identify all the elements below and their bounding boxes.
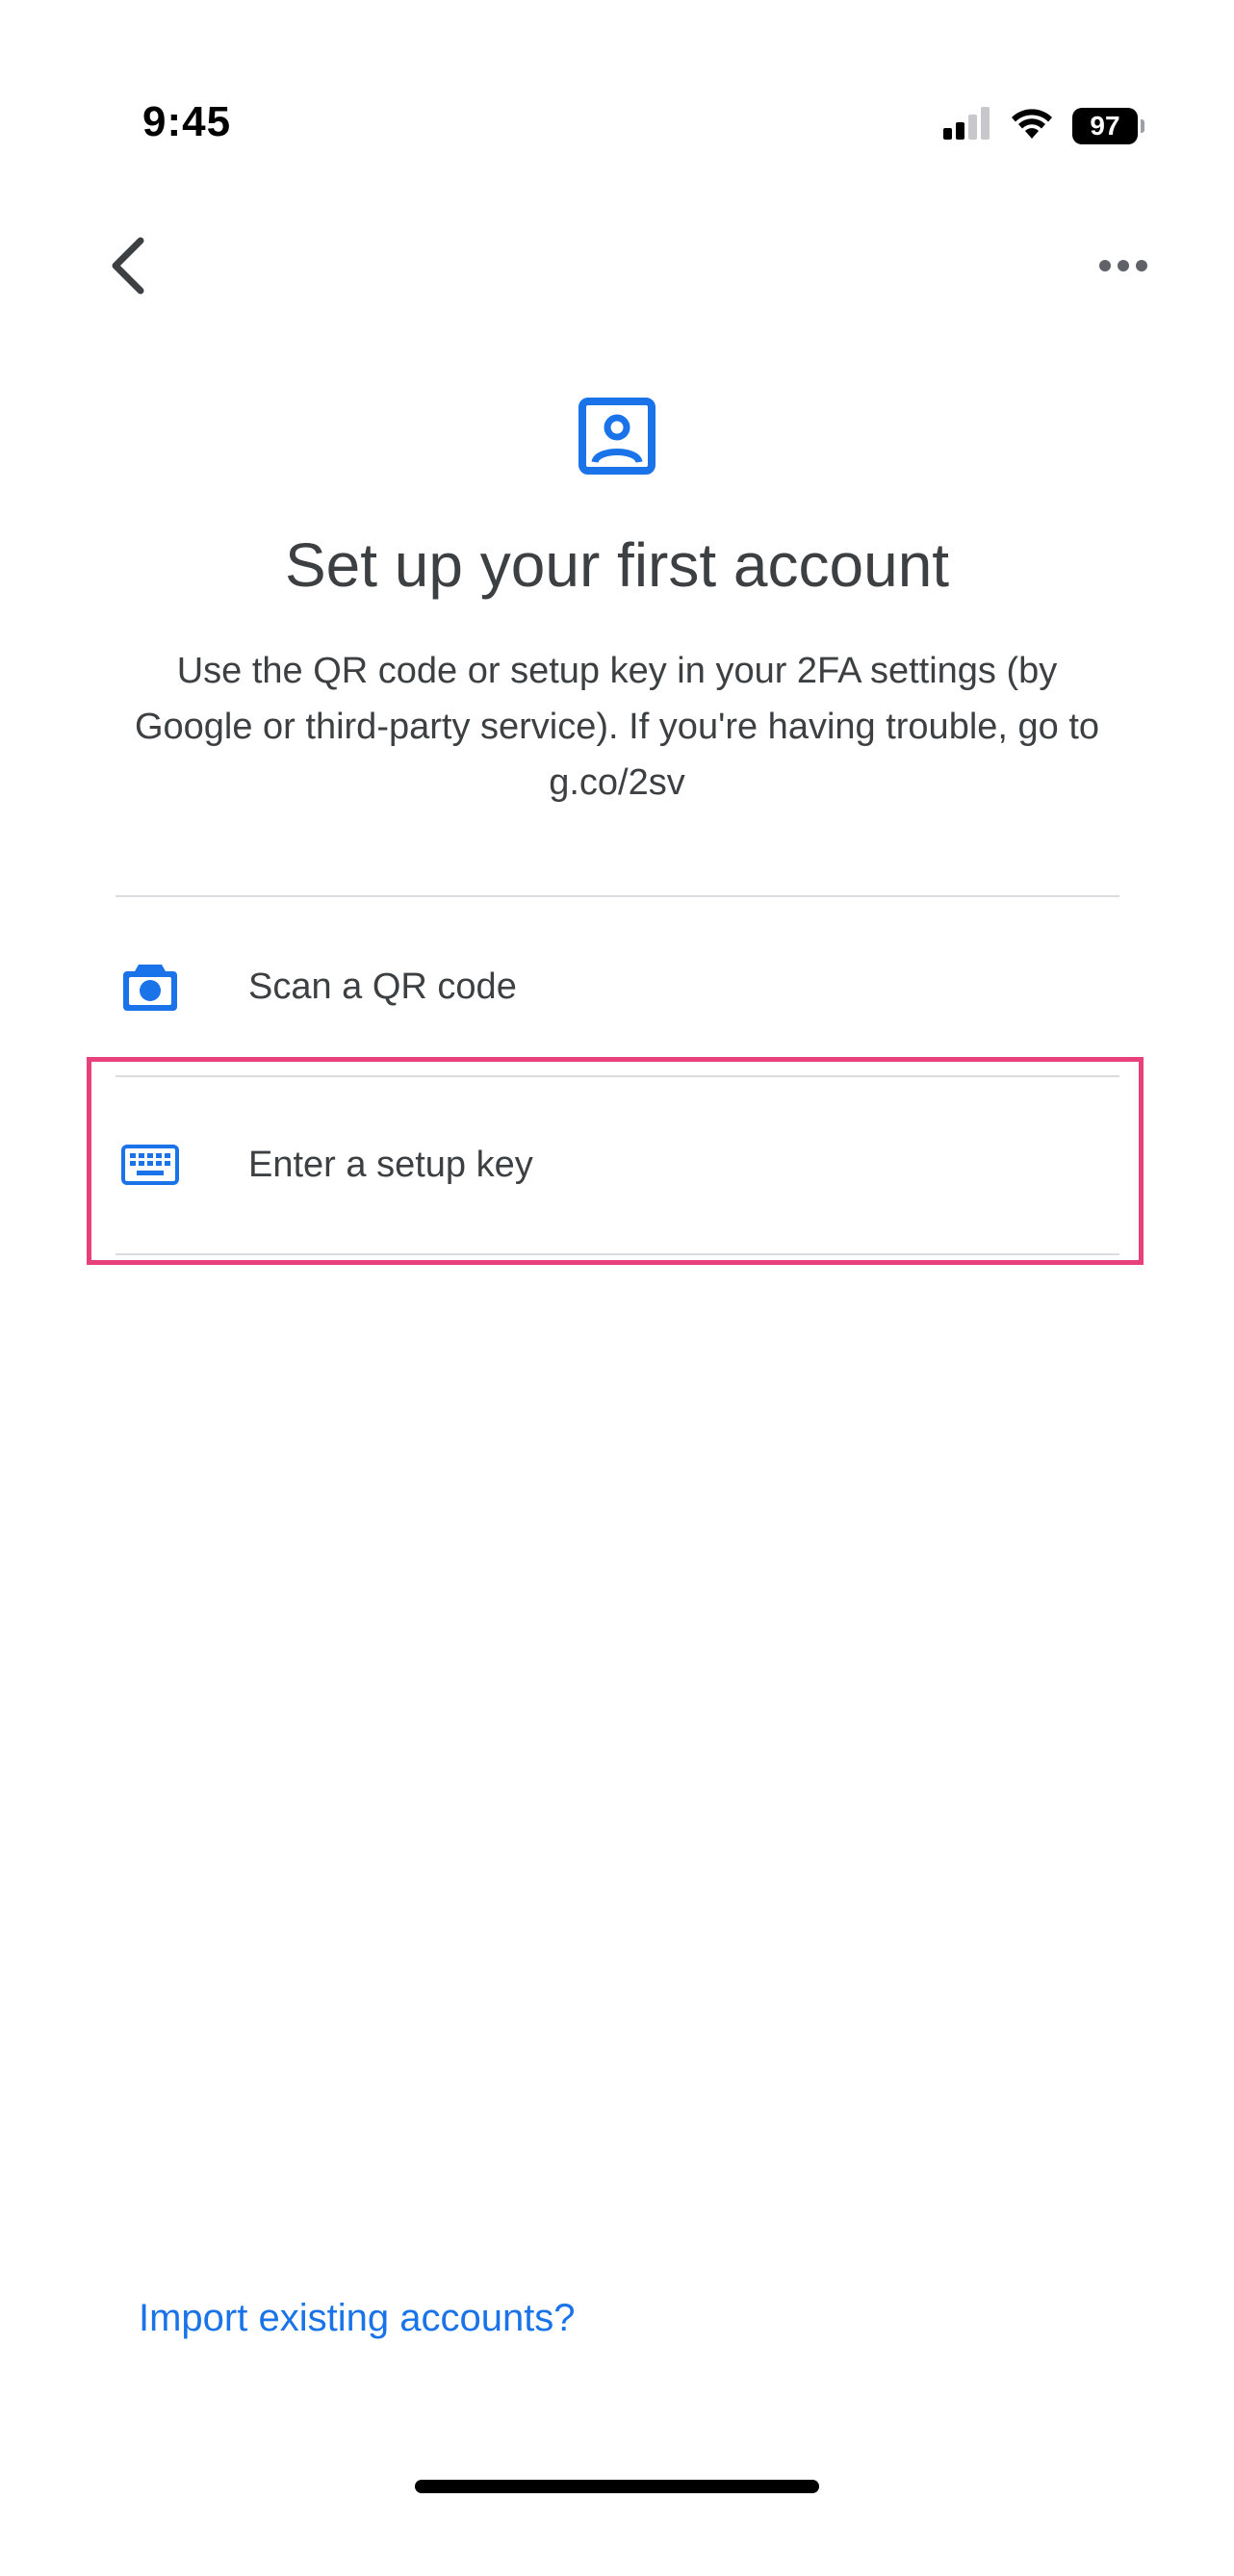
chevron-left-icon xyxy=(112,237,144,295)
back-button[interactable] xyxy=(96,227,158,304)
camera-icon xyxy=(119,956,181,1018)
home-indicator[interactable] xyxy=(415,2480,819,2493)
page-title: Set up your first account xyxy=(284,530,950,600)
highlight-box xyxy=(87,1057,1144,1265)
battery-level: 97 xyxy=(1090,110,1120,141)
battery-icon: 97 xyxy=(1072,107,1144,144)
more-horizontal-icon xyxy=(1099,260,1147,271)
account-box-icon xyxy=(578,398,656,475)
wifi-icon xyxy=(1009,106,1055,145)
scan-qr-code-option[interactable]: Scan a QR code xyxy=(116,914,1119,1059)
scan-qr-code-label: Scan a QR code xyxy=(248,966,517,1007)
divider-top xyxy=(116,895,1119,897)
import-existing-accounts-link[interactable]: Import existing accounts? xyxy=(139,2297,576,2340)
status-time: 9:45 xyxy=(142,98,232,145)
status-icons: 97 xyxy=(943,106,1144,145)
more-options-button[interactable] xyxy=(1090,237,1157,295)
cellular-signal-icon xyxy=(943,107,991,144)
page-description: Use the QR code or setup key in your 2FA… xyxy=(134,651,1100,803)
